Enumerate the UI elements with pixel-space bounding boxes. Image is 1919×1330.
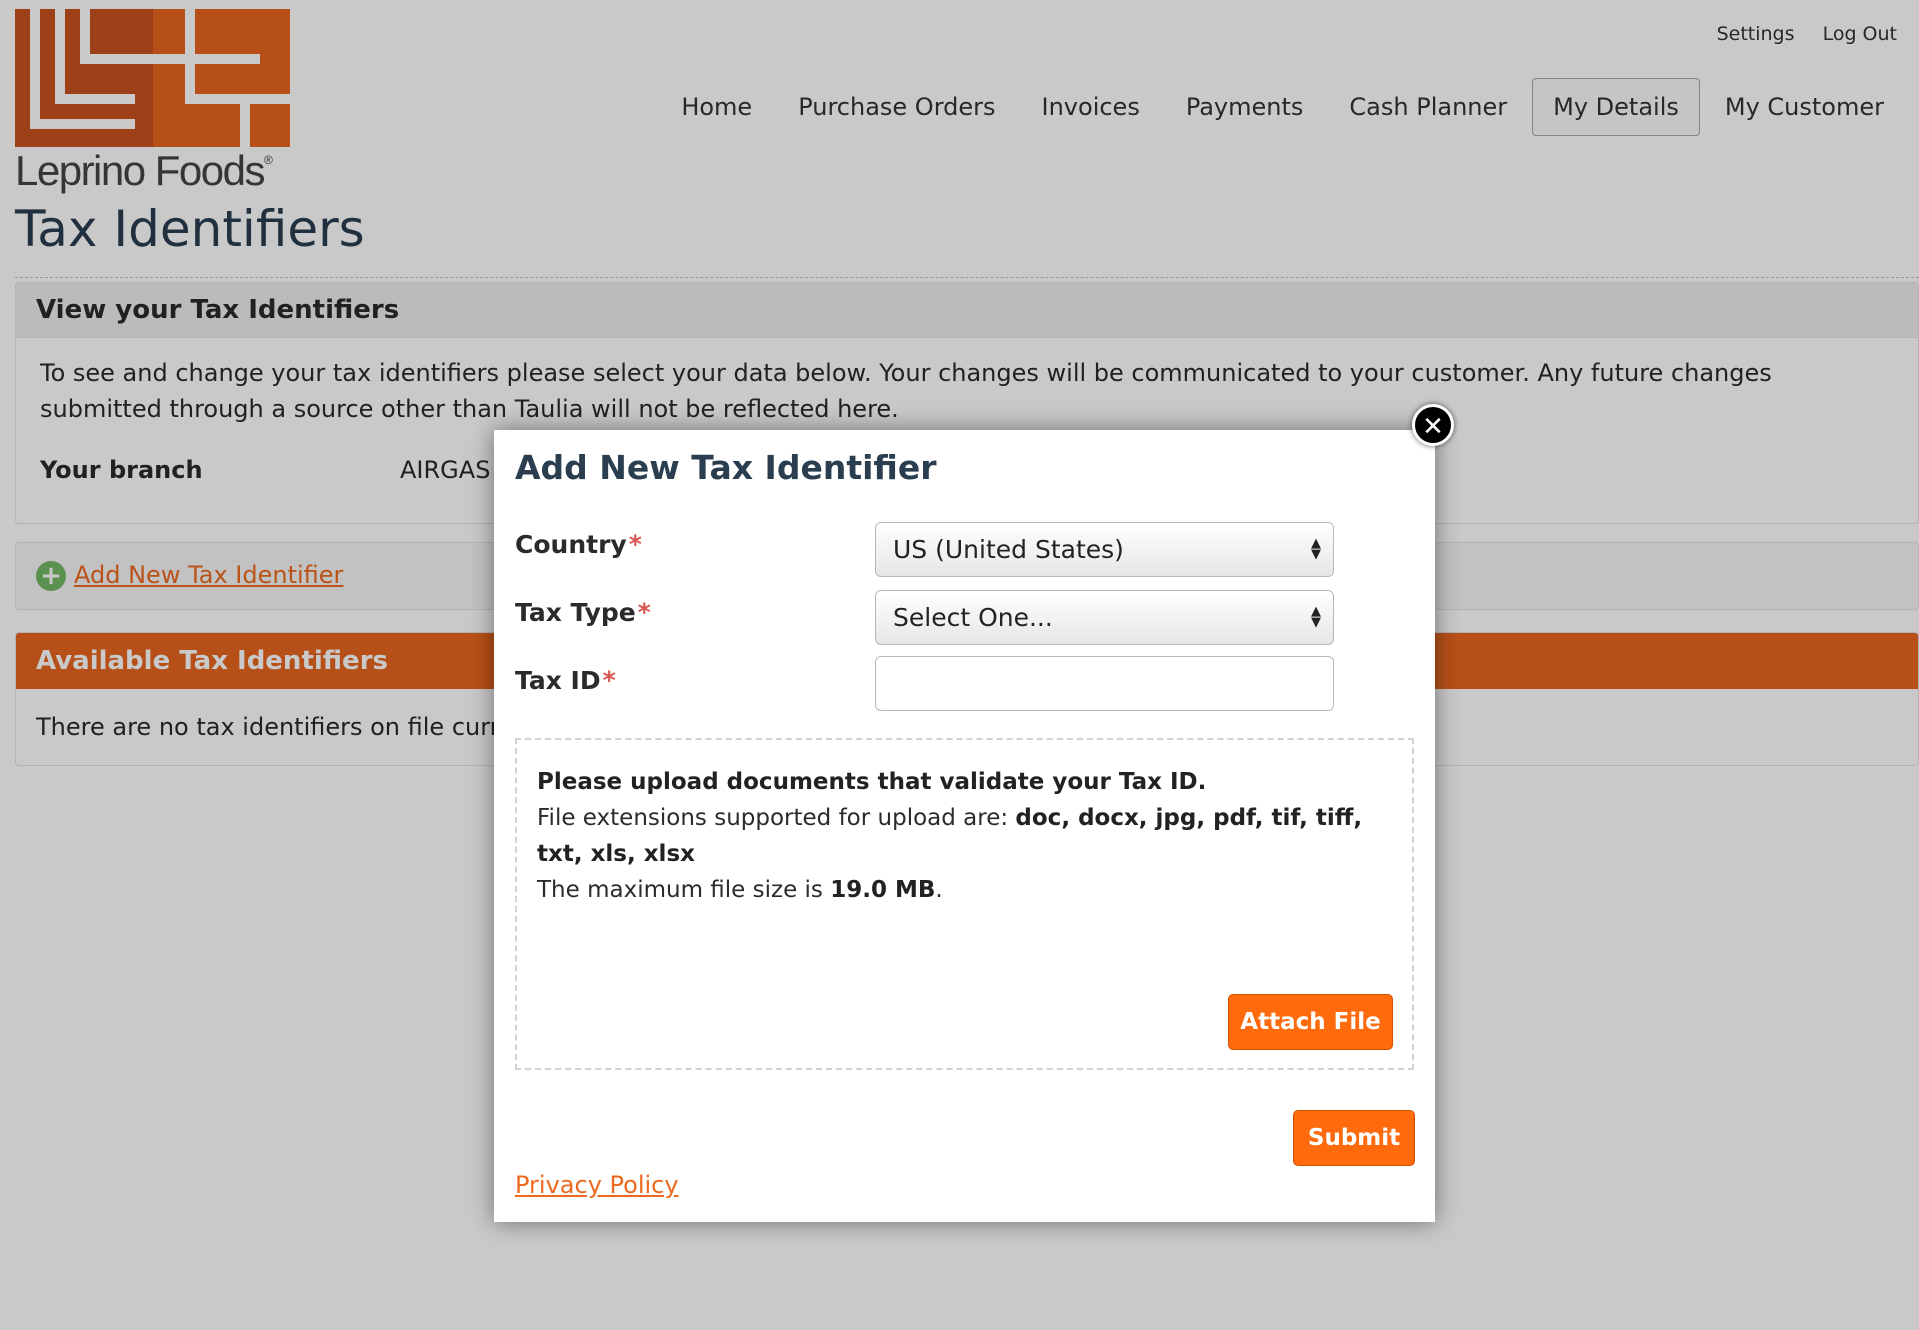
country-label: Country* bbox=[515, 530, 642, 559]
country-select-value: US (United States) bbox=[893, 535, 1124, 564]
tax-type-label: Tax Type* bbox=[515, 598, 651, 627]
select-arrows-icon: ▲ ▼ bbox=[1311, 536, 1321, 562]
close-icon[interactable]: ✕ bbox=[1412, 404, 1454, 446]
required-marker: * bbox=[602, 666, 616, 695]
add-tax-identifier-modal: Add New Tax Identifier Country* US (Unit… bbox=[494, 430, 1435, 1222]
tax-id-label: Tax ID* bbox=[515, 666, 616, 695]
tax-id-input[interactable] bbox=[875, 656, 1334, 711]
required-marker: * bbox=[637, 598, 651, 627]
tax-type-select-value: Select One... bbox=[893, 603, 1053, 632]
modal-title: Add New Tax Identifier bbox=[515, 448, 937, 487]
upload-heading: Please upload documents that validate yo… bbox=[537, 769, 1207, 795]
required-marker: * bbox=[628, 530, 642, 559]
max-file-size: 19.0 MB bbox=[830, 877, 936, 903]
country-select[interactable]: US (United States) ▲ ▼ bbox=[875, 522, 1334, 577]
submit-button[interactable]: Submit bbox=[1293, 1110, 1415, 1166]
attach-file-button[interactable]: Attach File bbox=[1228, 994, 1393, 1050]
tax-type-select[interactable]: Select One... ▲ ▼ bbox=[875, 590, 1334, 645]
privacy-policy-link[interactable]: Privacy Policy bbox=[515, 1171, 679, 1199]
upload-instructions: Please upload documents that validate yo… bbox=[537, 769, 1363, 903]
document-upload-dropzone[interactable]: Please upload documents that validate yo… bbox=[515, 738, 1414, 1070]
select-arrows-icon: ▲ ▼ bbox=[1311, 604, 1321, 630]
